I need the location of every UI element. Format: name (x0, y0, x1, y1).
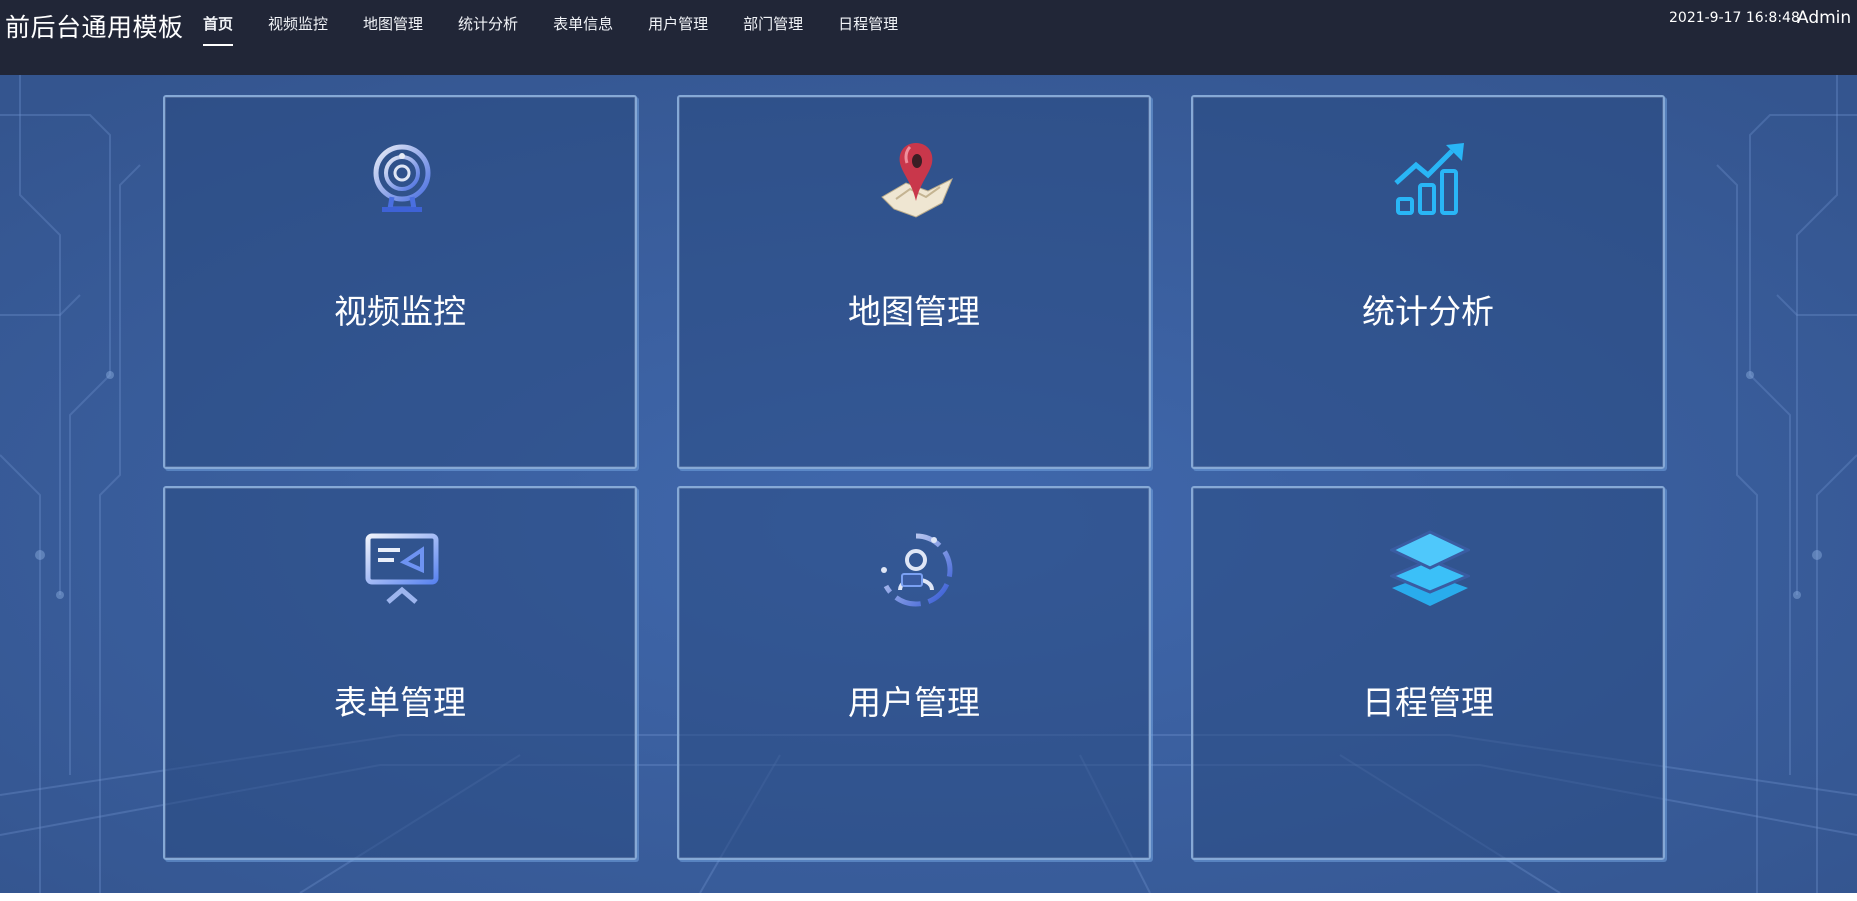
card-schedule-management[interactable]: 日程管理 (1191, 486, 1665, 860)
card-statistics-analysis[interactable]: 统计分析 (1191, 95, 1665, 469)
nav-item-video[interactable]: 视频监控 (268, 0, 328, 46)
card-label: 视频监控 (334, 292, 466, 331)
nav-item-departments[interactable]: 部门管理 (743, 0, 803, 46)
nav-item-stats[interactable]: 统计分析 (458, 0, 518, 46)
webcam-icon (373, 144, 431, 212)
user-name[interactable]: Admin (1797, 8, 1851, 28)
card-map-management[interactable]: 地图管理 (677, 95, 1151, 469)
card-label: 地图管理 (848, 292, 980, 331)
card-label: 用户管理 (848, 683, 980, 722)
card-user-management[interactable]: 用户管理 (677, 486, 1151, 860)
nav-item-schedule[interactable]: 日程管理 (838, 0, 898, 46)
dashboard-area: 视频监控 地图管理 统计分析 表单管理 用户管理 日程管理 (0, 75, 1857, 893)
presentation-board-icon (365, 533, 439, 604)
nav-item-map[interactable]: 地图管理 (363, 0, 423, 46)
card-label: 统计分析 (1362, 292, 1494, 331)
main-nav: 首页 视频监控 地图管理 统计分析 表单信息 用户管理 部门管理 日程管理 (203, 0, 933, 48)
card-label: 日程管理 (1362, 683, 1494, 722)
card-form-management[interactable]: 表单管理 (163, 486, 637, 860)
bar-chart-trend-icon (1394, 143, 1464, 215)
top-navbar: 前后台通用模板 首页 视频监控 地图管理 统计分析 表单信息 用户管理 部门管理… (0, 0, 1857, 75)
user-circle-icon (881, 533, 953, 607)
datetime-display: 2021-9-17 16:8:48 (1669, 10, 1800, 26)
nav-item-forms[interactable]: 表单信息 (553, 0, 613, 46)
card-label: 表单管理 (334, 683, 466, 722)
app-title: 前后台通用模板 (5, 13, 184, 42)
nav-item-users[interactable]: 用户管理 (648, 0, 708, 46)
nav-item-home[interactable]: 首页 (203, 0, 234, 46)
map-pin-icon (881, 143, 953, 218)
card-video-monitoring[interactable]: 视频监控 (163, 95, 637, 469)
layers-icon (1390, 530, 1470, 606)
